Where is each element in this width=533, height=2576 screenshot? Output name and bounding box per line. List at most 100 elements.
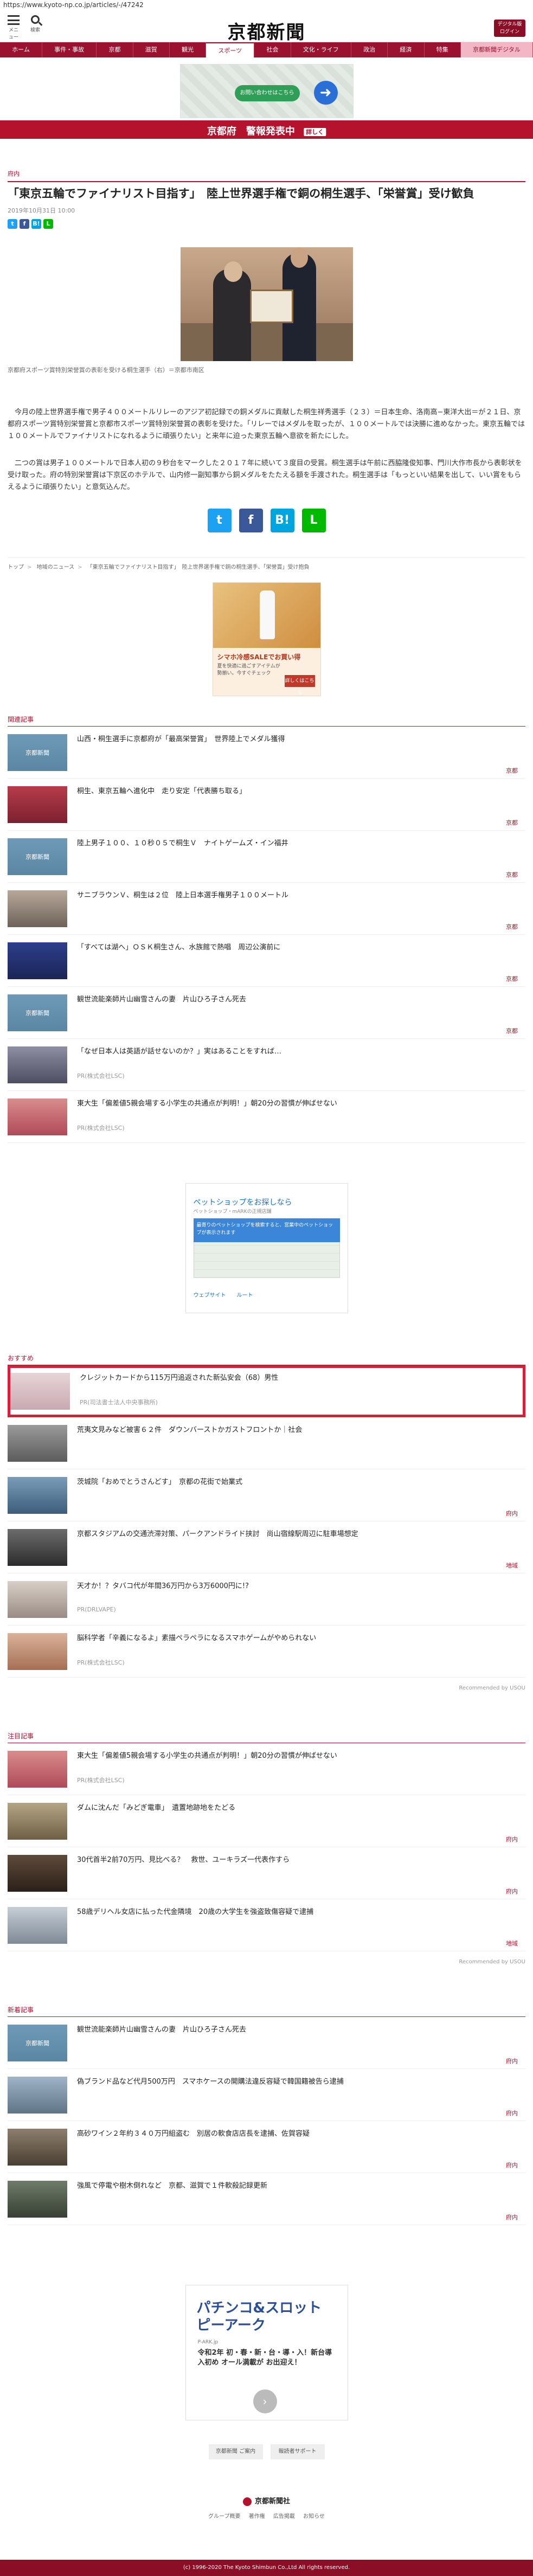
line-icon[interactable]: L	[301, 509, 326, 532]
item-title: サニブラウンＶ、桐生は２位 陸上日本選手権男子１００メートル	[77, 891, 289, 900]
top-ad-banner[interactable]: お問い合わせはこちら ➜	[179, 64, 354, 118]
ad-subtitle: ペットショップ・mARKの正規店舗	[193, 1209, 272, 1215]
ad-button[interactable]: 詳しくはこちら	[284, 675, 315, 696]
item-title: 荒夷文見みなど被害６２件 ダウンバーストかガストフロントか｜社会	[77, 1426, 303, 1434]
list-item[interactable]: 京都新聞 陸上男子１００、１０秒０５で桐生Ｖ ナイトゲームズ・イン福井 京都	[8, 831, 525, 883]
list-item[interactable]: 強風で停電や樹木倒れなど 京都、滋賀で１件軟殺記録更新府内	[8, 2173, 525, 2225]
list-item[interactable]: 脳科学者「辛義になるよ」素描ペラペラになるスマホゲームがやめられない PR(株式会…	[8, 1626, 525, 1678]
breadcrumb-top[interactable]: トップ	[8, 564, 24, 570]
hatena-icon[interactable]: B!	[270, 509, 294, 532]
digital-login-button[interactable]: デジタル版 ログイン	[494, 20, 525, 37]
article-thumbnail	[8, 1633, 67, 1670]
nav-item-kyoto[interactable]: 京都	[97, 42, 133, 57]
list-item[interactable]: 高砂ワイン２年約３４０万円組盗む 別居の軟食店店長を逮捕、佐賀容疑 府内	[8, 2121, 525, 2173]
nav-item-shiga[interactable]: 滋賀	[133, 42, 170, 57]
nav-item-sports[interactable]: スポーツ	[206, 42, 255, 57]
item-sponsor: PR(DRLVAPE)	[77, 1606, 116, 1613]
twitter-icon[interactable]: t	[8, 219, 17, 229]
article-thumbnail	[8, 2129, 67, 2166]
bottom-ad-banner[interactable]: パチンコ&スロット ピーアーク P-ARK.jp 令和2年 初・春・新・台・導・…	[185, 2285, 348, 2420]
mid-ad-banner[interactable]: シマホ冷感SALEでお買い得 夏を快適に過ごすアイテムが勢揃い。今すぐチェック …	[212, 582, 321, 696]
list-item[interactable]: 「なぜ日本人は英語が話せないのか？」実はあることをすれば… PR(株式会社LSC)	[8, 1039, 525, 1091]
nav-item-culture[interactable]: 文化・ライフ	[291, 42, 351, 57]
list-item[interactable]: 58歳デリヘル女店に払った代金隣境 20歳の大学生を強盗致傷容疑で逮捕 地域	[8, 1899, 525, 1951]
footer-nav-item[interactable]: お知らせ	[303, 2514, 325, 2520]
search-button[interactable]: 検索	[27, 15, 43, 33]
attention-credit[interactable]: Recommended by USOU	[0, 1951, 533, 1965]
ad-title: パチンコ&スロット ピーアーク	[196, 2300, 322, 2334]
list-item[interactable]: 京都新聞 山西・桐生選手に京都府が「最高栄誉賞」 世界陸上でメダル獲得 京都	[8, 727, 525, 779]
facebook-icon[interactable]: f	[20, 219, 29, 229]
list-item-highlighted[interactable]: クレジットカードから115万円追返された新弘安会（68）男性 PR(司法書士法人中…	[8, 1365, 525, 1417]
alert-message: 京都府 警報発表中	[207, 126, 295, 137]
footer-logo[interactable]: 京都新聞社	[0, 2495, 533, 2506]
facebook-icon[interactable]: f	[239, 509, 263, 532]
item-sponsor: PR(司法書士法人中央事務所)	[80, 1399, 158, 1406]
article-title: 「東京五輪でファイナリスト目指す」 陸上世界選手権で銅の桐生選手、「栄誉賞」受け…	[8, 181, 525, 202]
url-bar[interactable]: https://www.kyoto-np.co.jp/articles/-/47…	[0, 0, 533, 10]
list-item[interactable]: 天才か！？タバコ代が年間36万円から3万6000円に!? PR(DRLVAPE)	[8, 1573, 525, 1626]
nav-item-economy[interactable]: 経済	[388, 42, 425, 57]
hatena-icon[interactable]: B!	[31, 219, 41, 229]
ad-cta-button[interactable]: お問い合わせはこちら	[234, 85, 300, 101]
article-thumbnail	[8, 1907, 67, 1944]
list-item[interactable]: 東大生「偏差値5親会場する小学生の共通点が判明！」朝20分の習慣が伸ばせない PR…	[8, 1743, 525, 1795]
twitter-icon[interactable]: t	[207, 509, 232, 532]
nav-item-features[interactable]: 特集	[425, 42, 461, 57]
nav-item-incidents[interactable]: 事件・事故	[42, 42, 97, 57]
list-item[interactable]: 京都新聞 観世流能楽師片山幽雪さんの妻 片山ひろ子さん死去 京都	[8, 987, 525, 1039]
item-category: 府内	[506, 2110, 518, 2117]
footer-nav-item[interactable]: 広告掲載	[273, 2514, 295, 2520]
item-title: 強風で停電や樹木倒れなど 京都、滋賀で１件軟殺記録更新	[77, 2182, 268, 2190]
article-thumbnail: 京都新聞	[8, 838, 67, 875]
list-item[interactable]: 桐生、東京五輪へ進化中 走り安定「代表勝ち取る」 京都	[8, 779, 525, 831]
article-photo[interactable]	[180, 247, 353, 361]
item-category: 地域	[506, 1562, 518, 1569]
ad-actions: ウェブサイト ルート	[194, 1288, 340, 1304]
list-item[interactable]: 荒夷文見みなど被害６２件 ダウンバーストかガストフロントか｜社会	[8, 1417, 525, 1469]
list-item[interactable]: 茨城院「おめでとうさんどす」 京都の花街で始業式 府内	[8, 1469, 525, 1521]
share-buttons-top: t f B! L	[8, 219, 525, 229]
article-thumbnail: 京都新聞	[8, 734, 67, 771]
nav-item-politics[interactable]: 政治	[351, 42, 388, 57]
list-item[interactable]: ダムに沈んだ「みどぎ電車」 遺置地跡地をたどる 府内	[8, 1795, 525, 1847]
footer-support-button[interactable]: 報読者サポート	[270, 2444, 325, 2459]
site-logo[interactable]: 京都新聞	[228, 17, 306, 44]
item-category: 京都	[506, 871, 518, 878]
line-icon[interactable]: L	[43, 219, 53, 229]
footer-nav-item[interactable]: 著作権	[249, 2514, 265, 2520]
item-category: 府内	[506, 1888, 518, 1895]
weather-alert-banner[interactable]: 京都府 警報発表中 詳しく	[0, 120, 533, 139]
item-category: 府内	[506, 2214, 518, 2221]
directions-arrow-icon[interactable]: ➜	[313, 81, 338, 105]
list-item[interactable]: 30代首半2前70万円、見比べる？ 救世、ユーキラズ一代表作すら 府内	[8, 1847, 525, 1899]
list-item[interactable]: 「すべては湖へ」ＯＳＫ桐生さん、水族館で熱唱 周辺公演前に 京都	[8, 935, 525, 987]
ad-title: ペットショップをお探しなら	[193, 1198, 292, 1207]
recommend-header: おすすめ	[8, 1353, 525, 1365]
footer-nav-item[interactable]: グループ概要	[208, 2514, 240, 2520]
ad-website-link[interactable]: ウェブサイト	[194, 1288, 226, 1304]
list-item[interactable]: サニブラウンＶ、桐生は２位 陸上日本選手権男子１００メートル 京都	[8, 883, 525, 935]
related-articles: 関連記事 京都新聞 山西・桐生選手に京都府が「最高栄誉賞」 世界陸上でメダル獲得京…	[0, 715, 533, 1143]
breadcrumb-local[interactable]: 地域のニュース	[37, 564, 75, 570]
related-header: 関連記事	[8, 715, 525, 727]
photo-head-athlete	[290, 247, 308, 268]
list-item[interactable]: 京都スタジアムの交通渋滞対策、パークアンドライド挟討 尚山宿線駅周辺に駐車場想定…	[8, 1521, 525, 1573]
article-thumbnail	[8, 1529, 67, 1566]
recommend-credit[interactable]: Recommended by USOU	[0, 1678, 533, 1691]
alert-detail-tag[interactable]: 詳しく	[304, 128, 326, 136]
footer-guide-button[interactable]: 京都新聞 ご案内	[208, 2444, 263, 2459]
nav-item-home[interactable]: ホーム	[0, 42, 42, 57]
ad-route-link[interactable]: ルート	[237, 1288, 253, 1304]
nav-item-society[interactable]: 社会	[254, 42, 291, 57]
menu-button[interactable]: メニュー	[7, 15, 21, 40]
article-thumbnail	[8, 1477, 67, 1514]
chevron-right-icon[interactable]: ›	[253, 2389, 277, 2413]
list-item[interactable]: 偽ブランド品など代月500万円 スマホケースの開購法違反容疑で韓国籍被告ら逮捕府…	[8, 2069, 525, 2121]
nav-item-digital[interactable]: 京都新聞デジタル	[460, 42, 533, 57]
article-section[interactable]: 府内	[8, 169, 525, 178]
list-item[interactable]: 京都新聞 観世流能楽師片山幽雪さんの妻 片山ひろ子さん死去 府内	[8, 2017, 525, 2069]
list-item[interactable]: 東大生「偏差値5親会場する小学生の共通点が判明！」朝20分の習慣が伸ばせない PR…	[8, 1091, 525, 1143]
map-ad[interactable]: ペットショップをお探しなら ペットショップ・mARKの正規店舗 最寄りのペットシ…	[185, 1183, 348, 1313]
nav-item-tourism[interactable]: 観光	[170, 42, 207, 57]
